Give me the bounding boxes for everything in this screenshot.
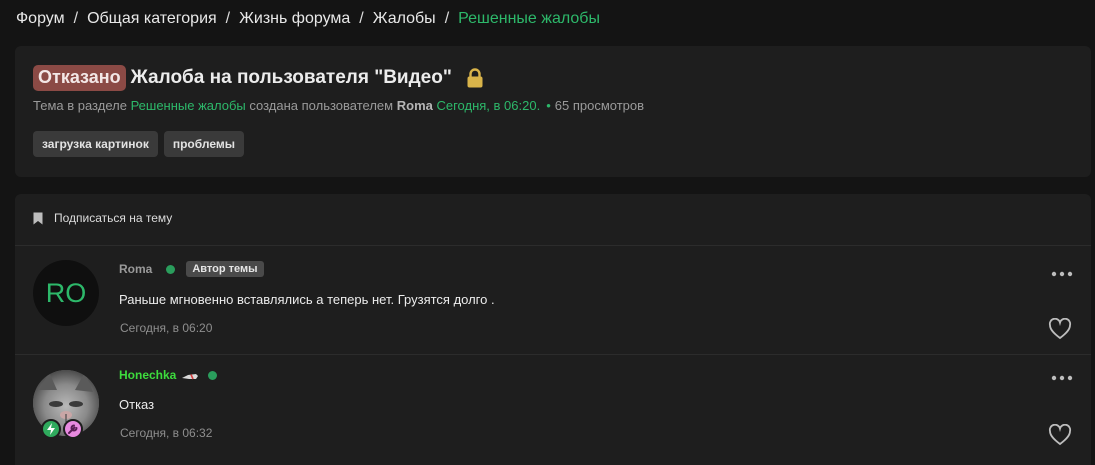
- meta-created-by-text: создана пользователем: [249, 98, 394, 113]
- post-body: Отказ: [119, 397, 155, 412]
- post-author-name[interactable]: Honechka: [119, 368, 176, 382]
- heart-icon[interactable]: [1048, 317, 1072, 340]
- breadcrumb-separator: /: [359, 10, 364, 27]
- breadcrumb-separator: /: [225, 10, 231, 27]
- breadcrumb-complaints[interactable]: Жалобы: [373, 10, 436, 28]
- avatar-initials: RO: [45, 277, 87, 308]
- meta-views: 65 просмотров: [554, 98, 645, 113]
- online-status-dot: [208, 370, 218, 380]
- bookmark-icon: [33, 212, 43, 225]
- post-author-line: Honechka: [119, 368, 218, 382]
- breadcrumb: Форум / Общая категория / Жизнь форума /…: [16, 10, 600, 28]
- meta-section-link[interactable]: Решенные жалобы: [131, 98, 246, 113]
- lightning-badge-icon: [41, 419, 61, 439]
- breadcrumb-resolved-complaints[interactable]: Решенные жалобы: [458, 10, 600, 28]
- online-status-dot: [166, 264, 176, 274]
- thread-prefix-badge[interactable]: Отказано: [33, 65, 126, 91]
- tag-problems[interactable]: проблемы: [163, 131, 244, 157]
- post-date[interactable]: Сегодня, в 06:20: [120, 321, 212, 335]
- thread-title-row: Отказано Жалоба на пользователя "Видео": [33, 65, 484, 91]
- wrench-badge-icon: [63, 419, 83, 439]
- user-banner-icon: [181, 370, 199, 380]
- breadcrumb-general-category[interactable]: Общая категория: [87, 10, 217, 28]
- avatar[interactable]: RO: [33, 260, 99, 326]
- more-icon[interactable]: [1051, 265, 1073, 277]
- post-author-name[interactable]: Roma: [119, 262, 152, 276]
- breadcrumb-separator: /: [444, 10, 450, 27]
- thread-header: Отказано Жалоба на пользователя "Видео" …: [15, 46, 1091, 177]
- watch-thread-label: Подписаться на тему: [54, 211, 173, 225]
- post-date[interactable]: Сегодня, в 06:32: [120, 426, 212, 440]
- tag-list: загрузка картинок проблемы: [33, 131, 244, 157]
- meta-date-link[interactable]: Сегодня, в 06:20.: [436, 98, 540, 113]
- lock-icon: [466, 68, 484, 88]
- post: Honechka Отказ Сегодня, в 06:32: [15, 355, 1091, 465]
- thread-author-badge: Автор темы: [186, 261, 264, 277]
- avatar[interactable]: [33, 370, 99, 439]
- thread-meta: Тема в разделе Решенные жалобы создана п…: [33, 98, 644, 113]
- breadcrumb-forum[interactable]: Форум: [16, 10, 65, 28]
- post-author-line: Roma Автор темы: [119, 261, 264, 277]
- meta-author-link[interactable]: Roma: [397, 98, 433, 113]
- tag-image-upload[interactable]: загрузка картинок: [33, 131, 158, 157]
- breadcrumb-separator: /: [73, 10, 79, 27]
- breadcrumb-forum-life[interactable]: Жизнь форума: [239, 10, 350, 28]
- watch-thread-button[interactable]: Подписаться на тему: [33, 211, 172, 225]
- posts-block: Подписаться на тему RO Roma Автор темы Р…: [15, 194, 1091, 465]
- heart-icon[interactable]: [1048, 423, 1072, 446]
- more-icon[interactable]: [1051, 369, 1073, 381]
- meta-dot-separator: •: [546, 98, 551, 113]
- meta-prefix-text: Тема в разделе: [33, 98, 127, 113]
- post-body: Раньше мгновенно вставлялись а теперь не…: [119, 292, 495, 307]
- thread-title: Жалоба на пользователя "Видео": [130, 67, 452, 88]
- post: RO Roma Автор темы Раньше мгновенно вста…: [15, 246, 1091, 354]
